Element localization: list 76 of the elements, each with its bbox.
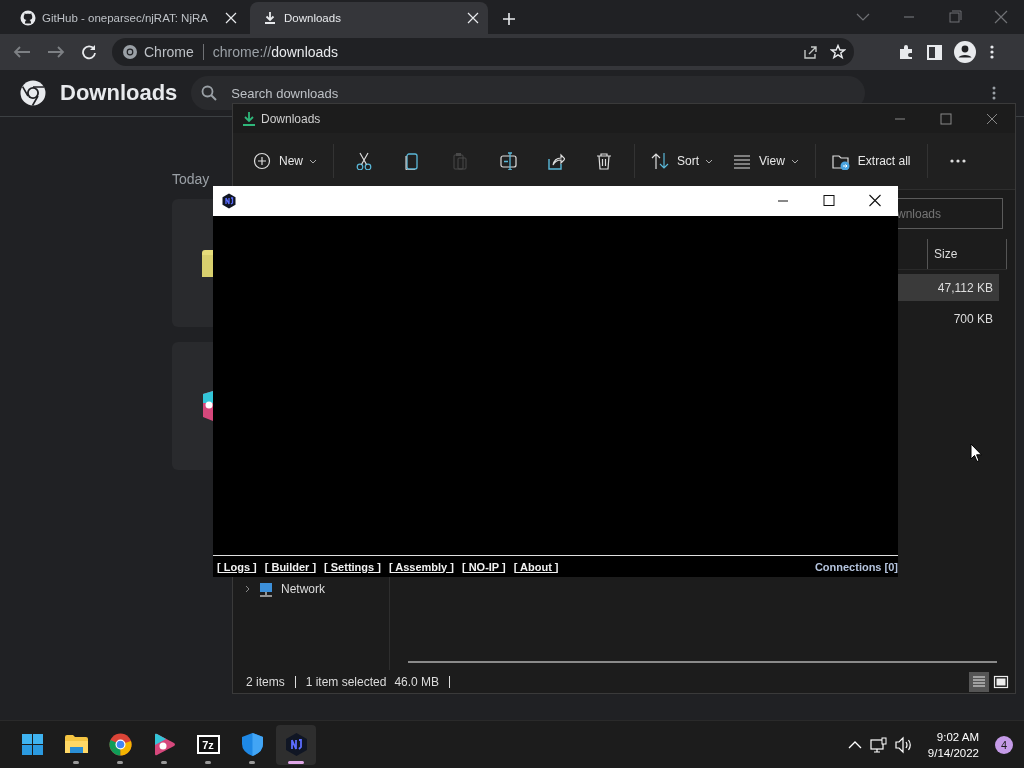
share-icon[interactable] — [802, 44, 818, 60]
more-menu-icon[interactable] — [992, 86, 996, 100]
item-count: 2 items — [246, 674, 285, 689]
network-icon — [257, 581, 275, 597]
address-bar[interactable]: Chrome chrome://downloads — [112, 38, 854, 66]
github-icon — [20, 10, 36, 26]
search-icon — [201, 85, 218, 101]
windows-logo-icon — [19, 732, 45, 757]
rename-icon — [499, 152, 517, 170]
chevron-down-icon — [790, 158, 799, 164]
window-title: Downloads — [261, 111, 321, 126]
clock[interactable]: 9:02 AM 9/14/2022 — [927, 728, 979, 761]
url-text: chrome://downloads — [212, 44, 340, 60]
sort-arrows-icon — [651, 152, 669, 170]
menu-link[interactable]: [ Settings ] — [324, 560, 381, 573]
clipboard-icon — [451, 152, 469, 170]
taskbar-button[interactable] — [276, 724, 316, 765]
date-heading: Today — [172, 171, 211, 187]
scissors-icon — [355, 152, 373, 170]
plus-circle-icon — [253, 152, 271, 170]
network-icon[interactable] — [869, 736, 887, 753]
menu-link[interactable]: [ NO-IP ] — [461, 560, 506, 573]
nav-item[interactable]: Network — [233, 580, 389, 598]
close-icon[interactable] — [466, 11, 480, 25]
connections-label: Connections [0] — [814, 560, 898, 573]
profile-icon[interactable] — [954, 41, 976, 63]
search-field[interactable]: wnloads — [897, 198, 1003, 229]
chrome-logo-icon — [20, 80, 46, 106]
puzzle-icon[interactable] — [898, 44, 914, 60]
archive-app-icon — [195, 732, 221, 757]
chevron-right-icon — [245, 585, 251, 593]
app-logo-icon — [221, 193, 237, 209]
view-button[interactable]: View — [727, 143, 805, 179]
notification-badge[interactable]: 4 — [995, 735, 1013, 754]
extract-all-button[interactable]: Extract all — [825, 143, 917, 179]
menu-link[interactable]: [ Assembly ] — [388, 560, 454, 573]
taskbar-button[interactable]: 7z — [188, 724, 228, 765]
app-label: 7z — [201, 738, 215, 751]
lines-icon — [733, 152, 752, 170]
column-header[interactable]: Size — [927, 239, 1007, 269]
app-logo-icon — [283, 732, 309, 757]
site-chip: Chrome — [144, 44, 204, 60]
close-icon[interactable] — [224, 11, 238, 25]
preview-view-icon — [993, 673, 1009, 690]
folder-icon — [831, 152, 850, 170]
menu-link[interactable]: [ About ] — [513, 560, 559, 573]
chevron-down-icon — [705, 158, 714, 164]
view-toggle[interactable] — [969, 671, 989, 692]
sort-button[interactable]: Sort — [645, 143, 720, 179]
chevron-up-icon[interactable] — [847, 739, 862, 750]
selection-size: 46.0 MB — [394, 674, 440, 689]
browser-tab[interactable]: Downloads — [250, 2, 488, 34]
download-icon — [241, 110, 257, 127]
share-icon — [547, 152, 565, 170]
more-options-icon — [948, 159, 967, 163]
star-icon[interactable] — [830, 44, 846, 60]
folder-icon — [199, 249, 213, 277]
menu-link[interactable]: [ Logs ] — [217, 560, 257, 573]
mouse-cursor-icon — [970, 443, 983, 463]
browser-logo-icon — [107, 732, 133, 757]
details-view-icon — [971, 673, 987, 690]
new-button[interactable]: New — [247, 143, 323, 179]
menu-link[interactable]: [ Builder ] — [264, 560, 317, 573]
trash-icon — [595, 152, 613, 170]
chevron-down-icon — [309, 158, 317, 164]
browser-tab[interactable]: GitHub - oneparsec/njRAT: NjRA — [8, 2, 246, 34]
chrome-logo-icon — [122, 44, 138, 60]
file-size-cell[interactable]: 47,112 KB — [897, 274, 999, 301]
new-tab-icon[interactable] — [502, 12, 516, 26]
selection-info: 1 item selected — [305, 674, 387, 689]
file-size-cell[interactable]: 700 KB — [897, 305, 999, 332]
page-title: Downloads — [60, 80, 178, 106]
copy-icon — [403, 152, 421, 170]
speaker-icon[interactable] — [894, 735, 912, 754]
download-icon — [262, 10, 278, 26]
shield-icon — [239, 732, 265, 757]
